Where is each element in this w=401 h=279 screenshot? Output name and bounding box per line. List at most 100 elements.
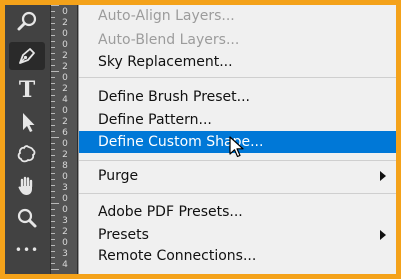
- ruler-tick: [51, 89, 55, 90]
- menu-item-auto-align-layers[interactable]: Auto-Align Layers...: [79, 5, 396, 27]
- ruler-tick: [51, 35, 55, 36]
- ruler-tick: [51, 95, 55, 96]
- path-selection-icon: [23, 113, 35, 132]
- ruler-digit: 2: [62, 62, 68, 72]
- ruler-digit: 6: [62, 128, 68, 138]
- menu-item-label: Auto-Blend Layers...: [98, 32, 240, 48]
- ruler-tick: [51, 203, 59, 204]
- ruler-tick: [51, 185, 55, 186]
- ruler-tick: [51, 23, 55, 24]
- menu-item-purge[interactable]: Purge: [79, 165, 396, 187]
- submenu-arrow-icon: [380, 230, 386, 240]
- ruler-tick: [51, 251, 55, 252]
- ruler-tick: [51, 5, 59, 6]
- magnifier-tool-button[interactable]: [9, 8, 45, 36]
- menu-item-label: Remote Connections...: [98, 248, 257, 264]
- ruler-digit: 0: [62, 172, 68, 182]
- ruler-tick: [51, 77, 55, 78]
- ruler-digit: 0: [62, 73, 68, 83]
- more-tools-button[interactable]: •••: [9, 236, 45, 264]
- ruler-digit: 0: [62, 29, 68, 39]
- ruler-digit: 2: [62, 117, 68, 127]
- ruler-tick: [51, 221, 55, 222]
- ruler-tick: [51, 65, 55, 66]
- ruler-tick: [51, 59, 55, 60]
- more-tools-icon: •••: [14, 243, 40, 257]
- ruler-digit: 2: [62, 227, 68, 237]
- zoom-tool-icon: [17, 208, 37, 228]
- ruler-tick: [51, 137, 59, 138]
- ruler-digit: 3: [62, 216, 68, 226]
- ruler-tick: [51, 227, 55, 228]
- ruler-tick: [51, 233, 55, 234]
- vertical-ruler: 020022024026028030032034: [50, 5, 78, 274]
- ruler-digit: 2: [62, 51, 68, 61]
- menu-item-label: Define Brush Preset...: [98, 89, 251, 105]
- ruler-digit: 0: [62, 40, 68, 50]
- ruler-digit: 4: [62, 260, 68, 270]
- ruler-tick: [51, 131, 55, 132]
- ruler-tick: [51, 173, 55, 174]
- ruler-digit: 2: [62, 18, 68, 28]
- type-tool-button[interactable]: T: [9, 76, 45, 104]
- ruler-tick: [51, 257, 55, 258]
- ruler-tick: [51, 269, 59, 270]
- menu-item-adobe-pdf-presets[interactable]: Adobe PDF Presets...: [79, 201, 396, 223]
- menu-separator: [79, 193, 396, 194]
- ruler-digit: 0: [62, 7, 68, 17]
- ruler-digit: 0: [62, 205, 68, 215]
- ruler-tick: [51, 263, 55, 264]
- ruler-tick: [51, 149, 55, 150]
- ruler-tick: [51, 209, 55, 210]
- menu-item-remote-connections[interactable]: Remote Connections...: [79, 245, 396, 267]
- ruler-digit: 0: [62, 139, 68, 149]
- ruler-tick: [51, 29, 55, 30]
- ruler-tick: [51, 179, 55, 180]
- ruler-tick: [51, 191, 55, 192]
- menu-item-sky-replacement[interactable]: Sky Replacement...: [79, 51, 396, 73]
- ruler-tick: [51, 71, 59, 72]
- ruler-digit: 3: [62, 249, 68, 259]
- menu-item-label: Sky Replacement...: [98, 54, 233, 70]
- type-tool-icon: T: [18, 77, 36, 103]
- menu-separator: [79, 160, 396, 161]
- pen-tool-button[interactable]: [9, 42, 45, 70]
- app-window: T ••• 02002202402602803 0 0 3 2 0 3 4 Au…: [5, 5, 396, 274]
- menu-item-presets[interactable]: Presets: [79, 224, 396, 246]
- ruler-digit: 0: [62, 194, 68, 204]
- menu-item-label: Adobe PDF Presets...: [98, 204, 243, 220]
- custom-shape-icon: [17, 145, 36, 163]
- ruler-digit: 2: [62, 150, 68, 160]
- ruler-tick: [51, 113, 55, 114]
- ruler-digit: 3: [62, 183, 68, 193]
- menu-item-define-pattern[interactable]: Define Pattern...: [79, 109, 396, 131]
- ruler-tick: [51, 83, 55, 84]
- submenu-arrow-icon: [380, 171, 386, 181]
- ruler-tick: [51, 47, 55, 48]
- ruler-tick: [51, 11, 55, 12]
- menu-item-label: Define Pattern...: [98, 112, 212, 128]
- ruler-tick: [51, 17, 55, 18]
- menu-item-label: Presets: [98, 227, 149, 243]
- magnifier-icon: [17, 11, 37, 31]
- menu-item-label: Auto-Align Layers...: [98, 8, 235, 24]
- pen-tool-icon: [19, 48, 35, 64]
- ruler-tick: [51, 245, 55, 246]
- hand-tool-icon: [18, 176, 33, 195]
- menu-item-label: Purge: [98, 168, 139, 184]
- hand-tool-button[interactable]: [9, 172, 45, 200]
- menu-separator: [79, 77, 396, 78]
- path-selection-tool-button[interactable]: [9, 108, 45, 136]
- custom-shape-tool-button[interactable]: [9, 140, 45, 168]
- ruler-tick: [51, 155, 55, 156]
- ruler-tick: [51, 161, 55, 162]
- mouse-cursor-icon: [229, 136, 244, 158]
- ruler-digit: 4: [62, 95, 68, 105]
- ruler-tick: [51, 197, 55, 198]
- ruler-digit: 8: [62, 161, 68, 171]
- zoom-tool-button[interactable]: [9, 204, 45, 232]
- menu-item-auto-blend-layers[interactable]: Auto-Blend Layers...: [79, 29, 396, 51]
- menu-item-define-brush-preset[interactable]: Define Brush Preset...: [79, 86, 396, 108]
- ruler-tick: [51, 125, 55, 126]
- ruler-tick: [51, 119, 55, 120]
